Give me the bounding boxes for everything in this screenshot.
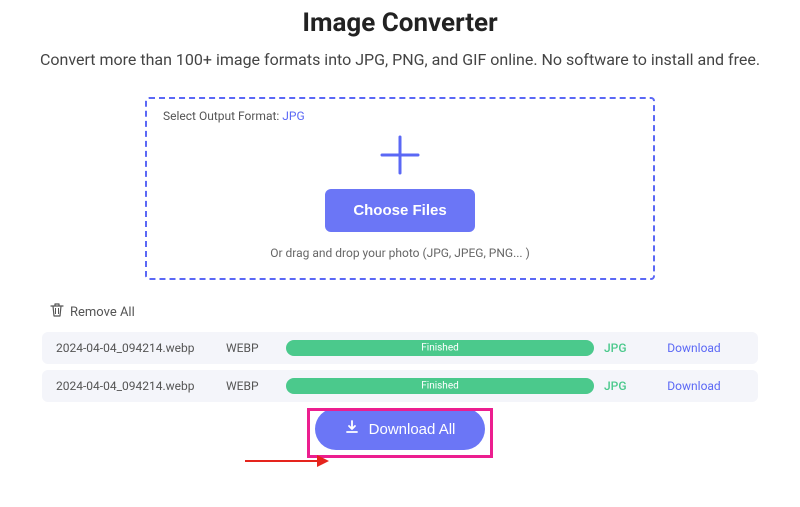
output-format-selector[interactable]: Select Output Format: JPG [163,109,637,123]
file-name: 2024-04-04_094214.webp [56,341,226,355]
download-all-label: Download All [369,421,456,438]
file-row: 2024-04-04_094214.webp WEBP Finished JPG… [42,332,758,364]
download-link[interactable]: Download [644,379,744,393]
output-format-value: JPG [282,109,304,123]
progress-bar: Finished [286,340,594,356]
page-subtitle: Convert more than 100+ image formats int… [30,50,770,69]
file-output-type: JPG [604,379,644,393]
choose-files-button[interactable]: Choose Files [325,189,474,232]
progress-status: Finished [421,381,459,392]
file-name: 2024-04-04_094214.webp [56,379,226,393]
drag-hint-text: Or drag and drop your photo (JPG, JPEG, … [163,246,637,260]
progress-bar: Finished [286,378,594,394]
file-row: 2024-04-04_094214.webp WEBP Finished JPG… [42,370,758,402]
upload-dropzone[interactable]: Select Output Format: JPG Choose Files O… [145,97,655,280]
download-all-button[interactable]: Download All [315,408,486,450]
annotation-arrow-icon [245,451,330,475]
progress-status: Finished [421,343,459,354]
download-link[interactable]: Download [644,341,744,355]
download-icon [345,420,359,438]
trash-icon [50,302,64,322]
remove-all-label: Remove All [70,305,135,320]
output-format-label: Select Output Format: [163,109,282,123]
remove-all-button[interactable]: Remove All [50,302,770,322]
file-input-type: WEBP [226,379,276,393]
file-input-type: WEBP [226,341,276,355]
plus-icon [163,133,637,177]
page-title: Image Converter [30,8,770,38]
file-output-type: JPG [604,341,644,355]
